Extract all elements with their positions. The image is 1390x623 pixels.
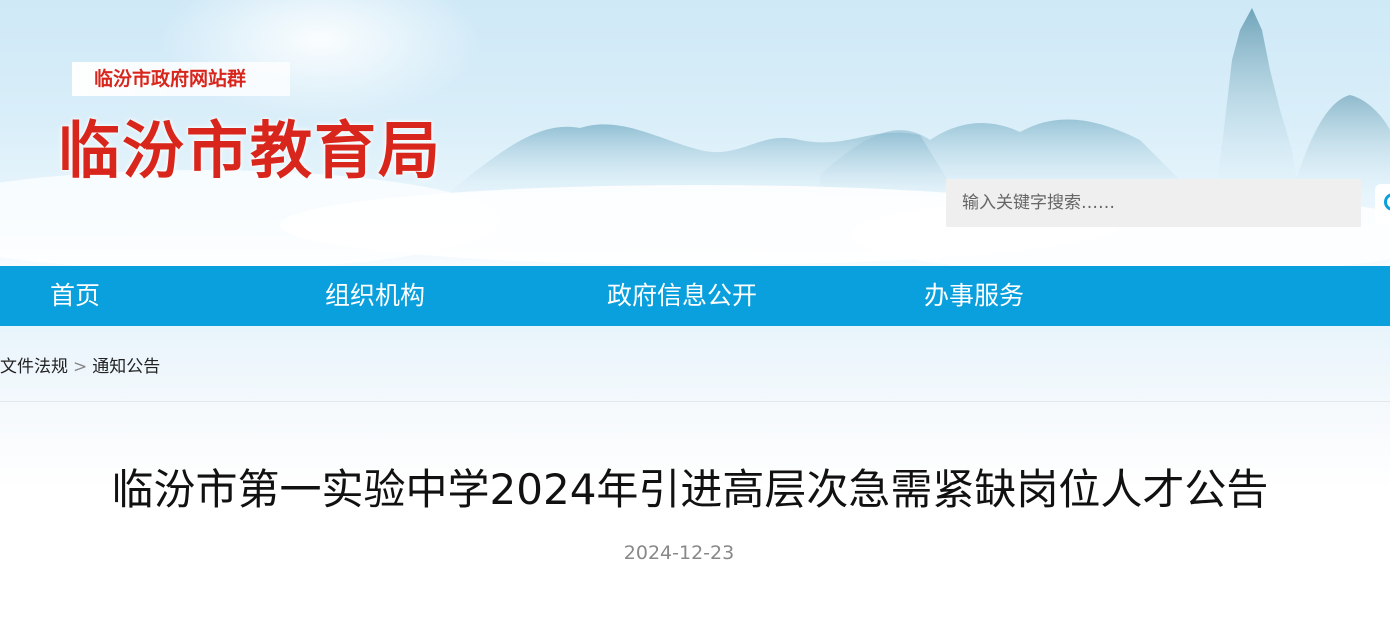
article-date: 2024-12-23 [623, 542, 735, 564]
breadcrumb: 文件法规 > 通知公告 [0, 352, 160, 377]
breadcrumb-bar: 文件法规 > 通知公告 [0, 326, 1390, 402]
header-banner: 临汾市政府网站群 临汾市教育局 [0, 0, 1390, 266]
main-nav: 首页 组织机构 政府信息公开 办事服务 [0, 266, 1390, 326]
breadcrumb-item-regulations[interactable]: 文件法规 [0, 357, 68, 377]
nav-item-gov-info-disclosure[interactable]: 政府信息公开 [607, 266, 757, 326]
search-button[interactable] [1375, 184, 1390, 224]
article-header: 临汾市第一实验中学2024年引进高层次急需紧缺岗位人才公告 2024-12-23 [0, 402, 1390, 623]
breadcrumb-item-notices[interactable]: 通知公告 [92, 357, 160, 377]
search-icon [1384, 193, 1390, 211]
nav-item-organization[interactable]: 组织机构 [325, 266, 425, 326]
site-title[interactable]: 临汾市教育局 [58, 100, 442, 190]
breadcrumb-separator: > [73, 357, 88, 377]
nav-item-home[interactable]: 首页 [50, 266, 100, 326]
nav-item-services[interactable]: 办事服务 [924, 266, 1024, 326]
site-group-label[interactable]: 临汾市政府网站群 [72, 62, 290, 96]
article-title: 临汾市第一实验中学2024年引进高层次急需紧缺岗位人才公告 [111, 465, 1269, 514]
search-input[interactable] [946, 179, 1361, 227]
